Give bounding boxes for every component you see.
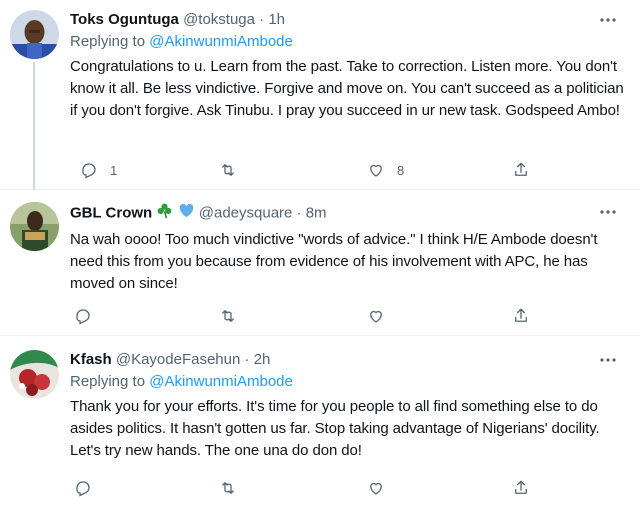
replying-to: Replying to @AkinwunmiAmbode [70, 32, 626, 52]
share-button[interactable] [512, 160, 530, 180]
avatar[interactable] [10, 10, 59, 59]
avatar[interactable] [10, 202, 59, 251]
like-button[interactable] [367, 478, 385, 498]
more-options-icon[interactable] [598, 204, 618, 220]
author-name[interactable]: Kfash [70, 351, 112, 368]
author-handle[interactable]: @KayodeFasehun [116, 351, 240, 368]
replying-prefix: Replying to [70, 33, 150, 50]
avatar-kfash-image [10, 350, 59, 399]
author-name[interactable]: GBL Crown [70, 204, 152, 221]
tweet-1[interactable]: Toks Oguntuga @tokstuga · 1h Replying to… [0, 0, 640, 190]
more-options-icon[interactable] [598, 352, 618, 368]
tweet-text: Na wah oooo! Too much vindictive "words … [70, 231, 598, 292]
timestamp[interactable]: 8m [306, 204, 327, 221]
tweet-2[interactable]: GBL Crown @adeysquare · 8m Na wah oooo! … [0, 190, 640, 336]
timestamp[interactable]: 1h [268, 11, 285, 28]
heart-icon [370, 482, 382, 495]
separator: · [244, 351, 250, 368]
retweet-button[interactable] [219, 478, 237, 498]
reply-button[interactable] [74, 478, 92, 498]
separator: · [259, 11, 265, 28]
shamrock-icon [156, 202, 173, 225]
author-name[interactable]: Toks Oguntuga [70, 11, 179, 28]
reply-icon [82, 163, 96, 179]
replying-to-link[interactable]: @AkinwunmiAmbode [149, 373, 293, 390]
blue-heart-icon [178, 202, 195, 225]
tweet-text: Thank you for your efforts. It's time fo… [70, 398, 600, 459]
reply-count: 1 [110, 162, 118, 178]
share-icon [515, 480, 527, 494]
reply-icon [76, 309, 90, 325]
retweet-icon [222, 482, 234, 494]
tweet-3[interactable]: Kfash @KayodeFasehun · 2h Replying to @A… [0, 336, 640, 506]
like-count: 8 [397, 162, 405, 178]
retweet-icon [222, 310, 234, 322]
replying-to-link[interactable]: @AkinwunmiAmbode [149, 33, 293, 50]
retweet-icon [222, 164, 234, 176]
author-handle[interactable]: @adeysquare [199, 204, 293, 221]
share-icon [515, 308, 527, 322]
heart-icon [370, 164, 382, 177]
reply-button[interactable] [74, 306, 92, 326]
avatar-toks-image [10, 10, 59, 59]
reply-button[interactable]: 1 [80, 160, 117, 180]
share-button[interactable] [512, 306, 530, 326]
retweet-button[interactable] [219, 160, 237, 180]
replying-prefix: Replying to [70, 373, 150, 390]
avatar[interactable] [10, 350, 59, 399]
timestamp[interactable]: 2h [254, 351, 271, 368]
heart-icon [370, 310, 382, 323]
author-handle[interactable]: @tokstuga [183, 11, 255, 28]
more-options-icon[interactable] [598, 12, 618, 28]
like-button[interactable] [367, 306, 385, 326]
reply-icon [76, 481, 90, 497]
retweet-button[interactable] [219, 306, 237, 326]
share-button[interactable] [512, 478, 530, 498]
separator: · [296, 204, 302, 222]
share-icon [515, 162, 527, 176]
avatar-gbl-image [10, 202, 59, 251]
tweet-text: Congratulations to u. Learn from the pas… [70, 58, 624, 119]
thread-line [33, 62, 35, 190]
replying-to: Replying to @AkinwunmiAmbode [70, 372, 626, 392]
like-button[interactable]: 8 [367, 160, 404, 180]
